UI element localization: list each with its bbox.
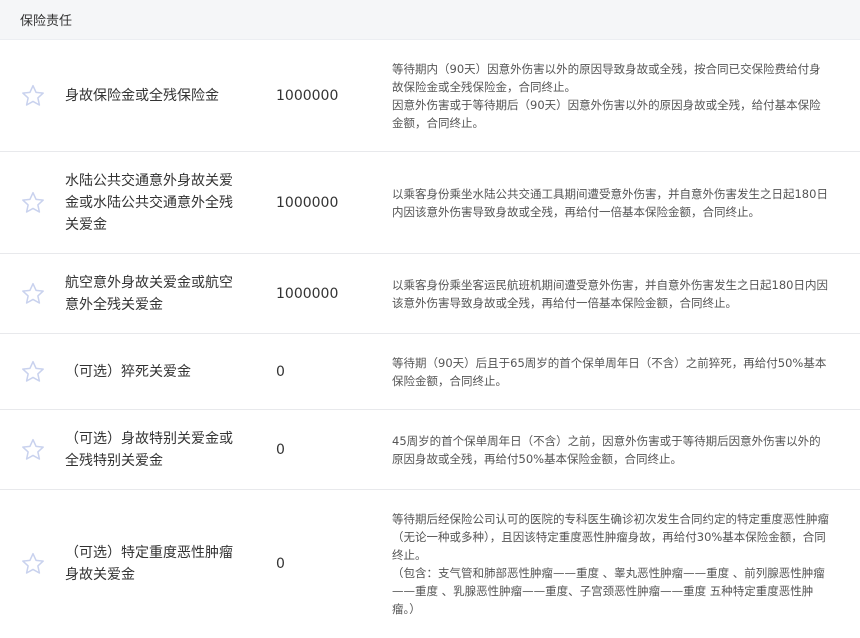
star-outline-icon[interactable] [20,551,46,577]
star-outline-icon[interactable] [20,281,46,307]
coverage-amount: 1000000 [276,285,339,302]
star-outline-icon[interactable] [20,359,46,385]
coverage-description: 等待期（90天）后且于65周岁的首个保单周年日（不含）之前猝死，再给付50%基本… [392,355,827,388]
coverage-name: 水陆公共交通意外身故关爱金或水陆公共交通意外全残关爱金 [65,172,233,233]
coverage-row: 水陆公共交通意外身故关爱金或水陆公共交通意外全残关爱金 1000000 以乘客身… [0,152,860,254]
coverage-row: 航空意外身故关爱金或航空意外全残关爱金 1000000 以乘客身份乘坐客运民航班… [0,254,860,334]
star-outline-icon[interactable] [20,437,46,463]
coverage-row: （可选）特定重度恶性肿瘤身故关爱金 0 等待期后经保险公司认可的医院的专科医生确… [0,490,860,638]
coverage-description: 以乘客身份乘坐水陆公共交通工具期间遭受意外伤害，并自意外伤害发生之日起180日内… [392,186,828,219]
coverage-description: 等待期后经保险公司认可的医院的专科医生确诊初次发生合同约定的特定重度恶性肿瘤（无… [392,512,829,616]
coverage-amount: 0 [276,441,285,458]
coverage-row: 身故保险金或全残保险金 1000000 等待期内（90天）因意外伤害以外的原因导… [0,40,860,152]
coverage-description: 45周岁的首个保单周年日（不含）之前，因意外伤害或于等待期后因意外伤害以外的原因… [392,433,821,466]
coverage-name: （可选）特定重度恶性肿瘤身故关爱金 [65,545,233,583]
coverage-list: 身故保险金或全残保险金 1000000 等待期内（90天）因意外伤害以外的原因导… [0,40,860,638]
coverage-amount: 1000000 [276,194,339,211]
star-outline-icon[interactable] [20,83,46,109]
coverage-row: （可选）身故特别关爱金或全残特别关爱金 0 45周岁的首个保单周年日（不含）之前… [0,410,860,490]
section-title: 保险责任 [20,14,73,29]
coverage-name: 航空意外身故关爱金或航空意外全残关爱金 [65,274,233,313]
coverage-name: （可选）猝死关爱金 [65,363,191,380]
coverage-amount: 1000000 [276,87,339,104]
coverage-name: 身故保险金或全残保险金 [65,87,219,104]
coverage-row: （可选）猝死关爱金 0 等待期（90天）后且于65周岁的首个保单周年日（不含）之… [0,334,860,410]
coverage-description: 等待期内（90天）因意外伤害以外的原因导致身故或全残，按合同已交保险费给付身故保… [392,61,821,130]
coverage-amount: 0 [276,556,285,572]
coverage-amount: 0 [276,363,285,380]
coverage-name: （可选）身故特别关爱金或全残特别关爱金 [65,430,233,469]
coverage-description: 以乘客身份乘坐客运民航班机期间遭受意外伤害，并自意外伤害发生之日起180日内因该… [392,277,828,310]
star-outline-icon[interactable] [20,190,46,216]
section-header: 保险责任 [0,0,860,40]
